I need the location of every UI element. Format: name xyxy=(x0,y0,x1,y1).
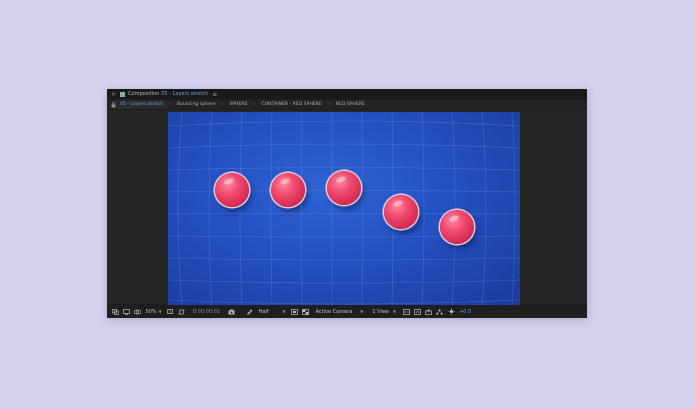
red-sphere-3[interactable] xyxy=(327,171,361,205)
views-value: 1 View xyxy=(372,308,389,315)
composition-canvas[interactable] xyxy=(168,112,520,306)
chevron-down-icon: ▼ xyxy=(393,309,397,314)
composition-viewer[interactable] xyxy=(107,110,587,306)
flowchart-icon[interactable] xyxy=(435,308,443,316)
toggle-pixel-aspect-icon[interactable] xyxy=(402,308,410,316)
export-frame-icon[interactable] xyxy=(424,308,432,316)
chevron-down-icon: ▼ xyxy=(360,309,364,314)
chevron-down-icon: ▼ xyxy=(158,309,162,314)
preview-icon[interactable] xyxy=(111,308,119,316)
resolution-value: Half xyxy=(258,308,269,315)
monitor-icon[interactable] xyxy=(122,308,130,316)
zoom-value: 50% xyxy=(145,308,157,315)
exposure-value[interactable]: +0.0 xyxy=(459,309,471,315)
viewer-status-bar: 50% ▼ 0:00:00:01 Half ▼ Active Camera ▼ xyxy=(107,305,587,318)
red-sphere-2[interactable] xyxy=(271,173,305,207)
current-time[interactable]: 0:00:00:01 xyxy=(193,309,220,315)
camera-dropdown[interactable]: Active Camera ▼ xyxy=(316,309,364,315)
panel-comp-name: 05 - Layers stretch xyxy=(161,91,209,97)
composition-breadcrumb: 05 - Layers stretch ‹ Bouncing sphere ‹ … xyxy=(107,100,587,109)
exposure-icon[interactable] xyxy=(448,308,456,316)
composition-icon xyxy=(120,91,126,97)
draft-3d-icon[interactable] xyxy=(413,308,421,316)
panel-title-label: Composition xyxy=(128,91,160,97)
chevron-down-icon: ▼ xyxy=(282,309,286,314)
grid-overlay xyxy=(168,112,520,306)
tab-bouncing-sphere[interactable]: Bouncing sphere xyxy=(173,100,220,109)
grid-guides-icon[interactable] xyxy=(166,308,174,316)
fast-preview-icon[interactable] xyxy=(290,308,298,316)
red-sphere-5[interactable] xyxy=(440,210,474,244)
region-of-interest-icon[interactable] xyxy=(177,308,185,316)
transparency-grid-icon[interactable] xyxy=(301,308,309,316)
resolution-dropdown[interactable]: Half ▼ xyxy=(259,309,286,315)
views-dropdown[interactable]: 1 View ▼ xyxy=(372,309,396,315)
panel-menu-icon[interactable]: ≡ xyxy=(212,91,217,98)
red-sphere-1[interactable] xyxy=(215,173,249,207)
zoom-dropdown[interactable]: 50% ▼ xyxy=(146,309,162,315)
composition-panel: × Composition 05 - Layers stretch ≡ 05 -… xyxy=(107,89,587,318)
camera-snapshot-icon[interactable] xyxy=(228,308,236,316)
tab-container-red-sphere[interactable]: CONTAINER - RED SPHERE xyxy=(257,100,326,109)
tab-red-sphere[interactable]: RED SPHERE xyxy=(332,100,369,109)
red-sphere-4[interactable] xyxy=(384,195,418,229)
panel-titlebar: × Composition 05 - Layers stretch ≡ xyxy=(107,89,587,99)
tab-layers-stretch[interactable]: 05 - Layers stretch xyxy=(116,100,168,109)
camera-value: Active Camera xyxy=(315,308,353,315)
tab-sphere[interactable]: SPHERE xyxy=(225,100,251,109)
color-picker-icon[interactable] xyxy=(245,308,253,316)
mask-icon[interactable] xyxy=(133,308,141,316)
close-icon[interactable]: × xyxy=(111,91,116,98)
